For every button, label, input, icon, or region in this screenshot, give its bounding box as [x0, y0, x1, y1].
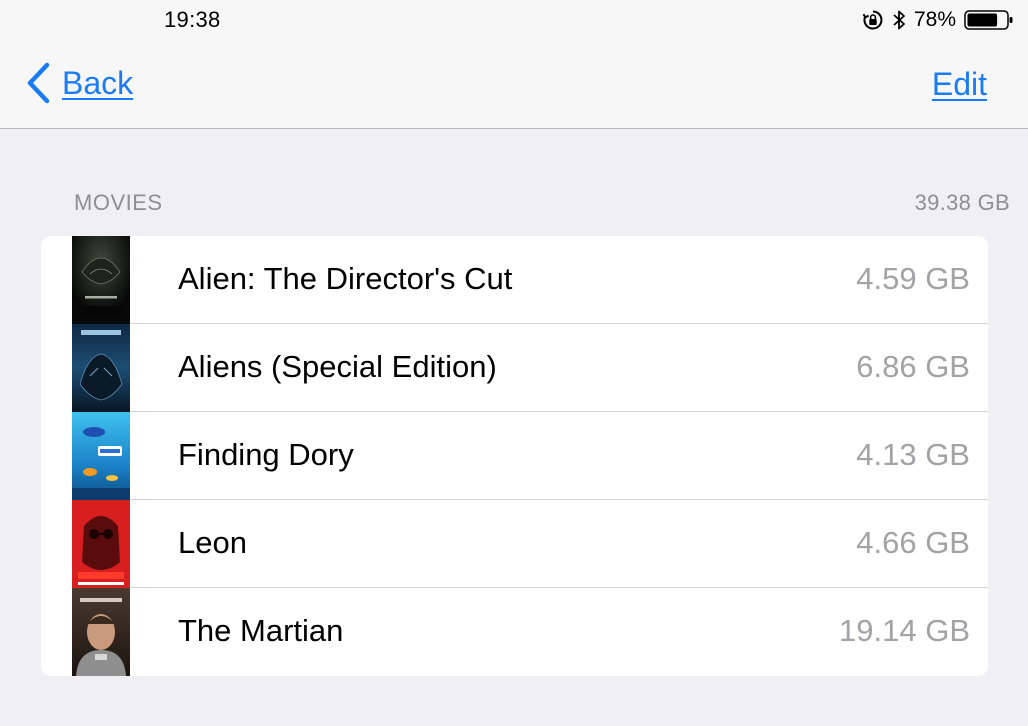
finding-dory-poster-icon: [72, 412, 130, 500]
movie-size: 19.14 GB: [839, 613, 970, 648]
list-item-finding-dory[interactable]: Finding Dory 4.13 GB: [41, 412, 988, 500]
movie-title: Aliens (Special Edition): [178, 349, 497, 384]
list-item-the-martian[interactable]: The Martian 19.14 GB: [41, 588, 988, 676]
leon-poster-icon: [72, 500, 130, 588]
movie-title: Finding Dory: [178, 437, 354, 472]
movie-list: Alien: The Director's Cut 4.59 GB Aliens: [41, 236, 988, 676]
movie-title: Leon: [178, 525, 247, 560]
status-time: 19:38: [164, 7, 221, 32]
section-total-size: 39.38 GB: [914, 190, 1010, 215]
list-item-alien[interactable]: Alien: The Director's Cut 4.59 GB: [41, 236, 988, 324]
status-indicators: 78%: [862, 7, 1014, 33]
section-header-movies: MOVIES: [74, 190, 163, 215]
navigation-bar: Back Edit: [0, 42, 1028, 129]
movie-title: Alien: The Director's Cut: [178, 261, 513, 296]
alien-poster-icon: [72, 236, 130, 324]
back-button[interactable]: Back: [26, 62, 133, 104]
battery-percent: 78%: [913, 8, 956, 31]
rotation-lock-icon: [862, 9, 884, 31]
bluetooth-icon: [892, 9, 906, 31]
movie-size: 6.86 GB: [856, 349, 970, 384]
back-label: Back: [62, 64, 134, 101]
list-item-aliens[interactable]: Aliens (Special Edition) 6.86 GB: [41, 324, 988, 412]
edit-button[interactable]: Edit: [932, 66, 987, 103]
aliens-poster-icon: [72, 324, 130, 412]
movie-title: The Martian: [178, 613, 344, 648]
movie-size: 4.13 GB: [856, 437, 970, 472]
the-martian-poster-icon: [72, 588, 130, 676]
movie-size: 4.59 GB: [856, 261, 970, 296]
status-bar: 19:38 78%: [0, 0, 1028, 42]
movie-size: 4.66 GB: [856, 525, 970, 560]
list-item-leon[interactable]: Leon 4.66 GB: [41, 500, 988, 588]
chevron-left-icon: [26, 62, 50, 104]
battery-icon: [964, 9, 1014, 31]
